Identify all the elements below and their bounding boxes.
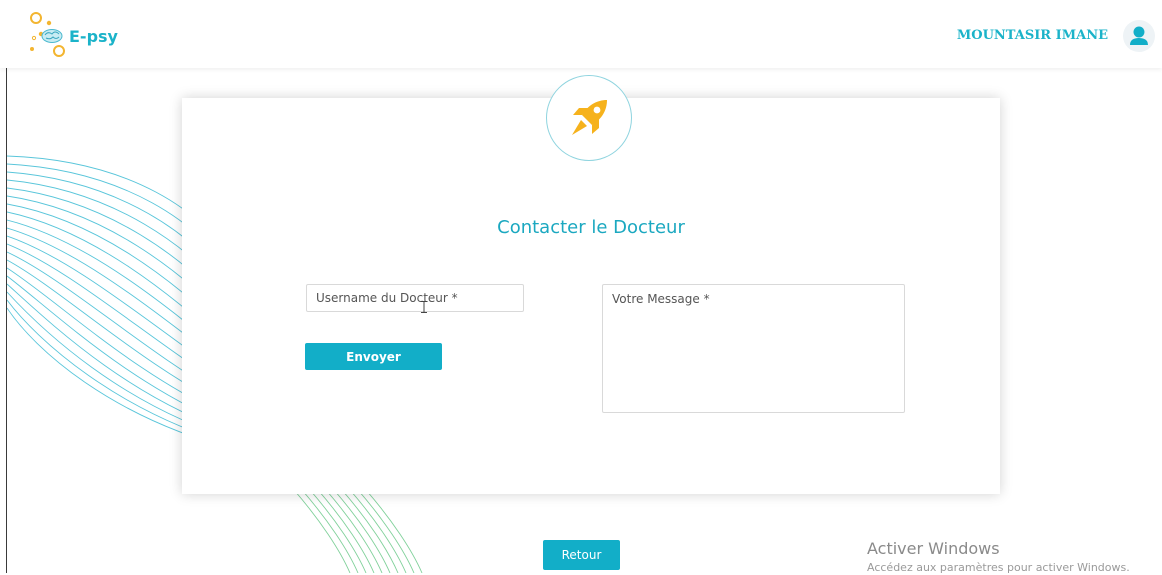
decorative-waves-bottom <box>293 490 423 573</box>
page-title: Contacter le Docteur <box>497 217 685 238</box>
user-name[interactable]: MOUNTASIR IMANE <box>957 28 1108 44</box>
back-button[interactable]: Retour <box>543 540 620 570</box>
send-button[interactable]: Envoyer <box>305 343 442 370</box>
user-avatar-icon[interactable] <box>1123 20 1155 52</box>
rocket-icon <box>572 100 607 135</box>
doctor-username-input[interactable] <box>306 284 524 312</box>
windows-activation-title: Activer Windows <box>867 539 1000 558</box>
message-textarea[interactable] <box>602 284 905 413</box>
brand-name: E-psy <box>69 27 118 46</box>
rocket-badge <box>546 75 632 161</box>
text-cursor-icon <box>421 301 427 313</box>
top-header: E-psy MOUNTASIR IMANE <box>0 0 1162 68</box>
